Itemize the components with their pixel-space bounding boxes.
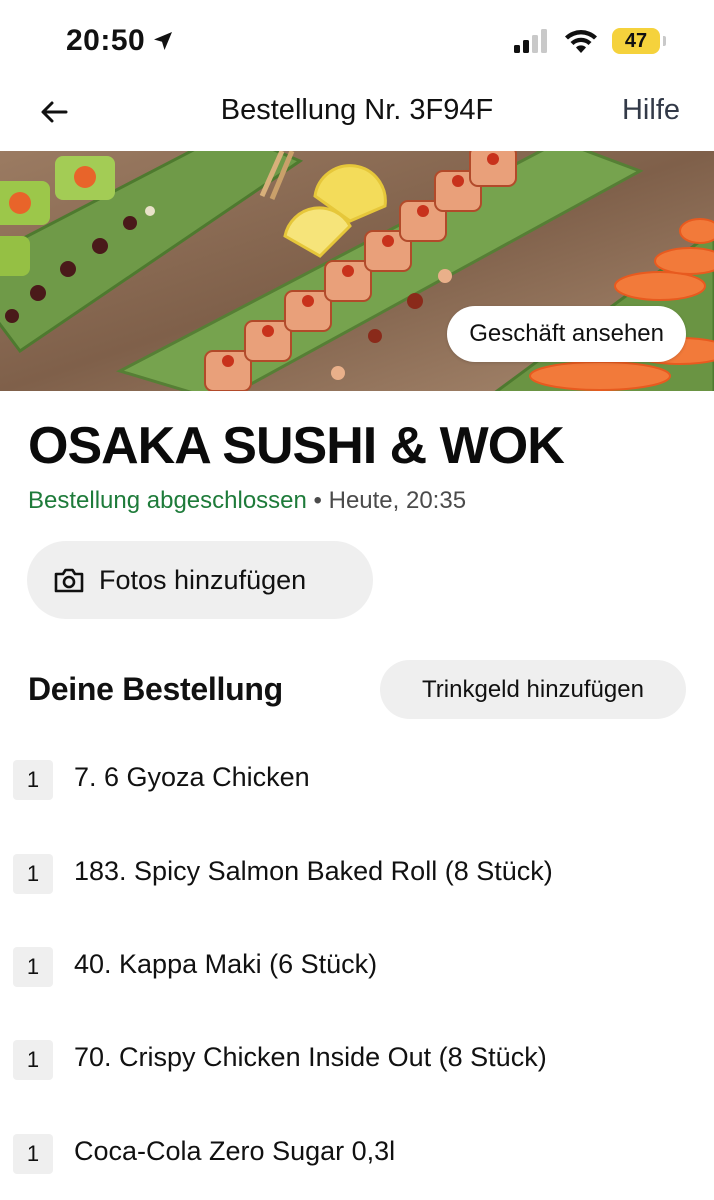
cellular-signal-icon [514,29,547,53]
item-name: 183. Spicy Salmon Baked Roll (8 Stück) [74,856,553,886]
order-item: 1 7. 6 Gyoza Chicken [0,750,714,810]
order-section-title: Deine Bestellung [28,671,283,707]
wifi-icon [565,30,597,53]
battery-level: 47 [624,29,648,52]
order-item: 1 183. Spicy Salmon Baked Roll (8 Stück) [0,844,714,904]
add-photos-label: Fotos hinzufügen [99,564,307,595]
item-name: 40. Kappa Maki (6 Stück) [74,949,378,979]
store-hero-image: Geschäft ansehen [0,151,714,391]
item-name: Coca-Cola Zero Sugar 0,3l [74,1136,396,1166]
order-time: Heute, 20:35 [328,487,467,514]
status-time-text: 20:50 [66,24,146,57]
page-title: Bestellung Nr. 3F94F [220,94,494,126]
help-link[interactable]: Hilfe [622,94,680,127]
order-meta: Bestellung abgeschlossen • Heute, 20:35 [28,487,466,515]
item-name: 70. Crispy Chicken Inside Out (8 Stück) [74,1042,547,1072]
order-item: 1 Coca-Cola Zero Sugar 0,3l [0,1124,714,1184]
order-item: 1 70. Crispy Chicken Inside Out (8 Stück… [0,1030,714,1090]
order-status: Bestellung abgeschlossen [28,487,307,514]
location-arrow-icon [154,32,173,50]
item-quantity: 1 [13,1040,53,1080]
status-icons: 47 [514,28,666,54]
item-name: 7. 6 Gyoza Chicken [74,762,310,792]
order-item: 1 40. Kappa Maki (6 Stück) [0,937,714,997]
store-name: OSAKA SUSHI & WOK [28,417,565,475]
item-quantity: 1 [13,854,53,894]
status-time: 20:50 [66,24,175,58]
view-store-button[interactable]: Geschäft ansehen [447,306,686,362]
status-bar: 20:50 47 [0,0,714,80]
item-quantity: 1 [13,1134,53,1174]
add-photos-button[interactable]: Fotos hinzufügen [27,541,373,619]
item-quantity: 1 [13,947,53,987]
add-tip-button[interactable]: Trinkgeld hinzufügen [380,660,686,719]
nav-bar: Bestellung Nr. 3F94F Hilfe [0,80,714,150]
camera-icon [54,568,84,593]
meta-separator: • [306,487,329,514]
battery-indicator: 47 [612,28,666,54]
item-quantity: 1 [13,760,53,800]
